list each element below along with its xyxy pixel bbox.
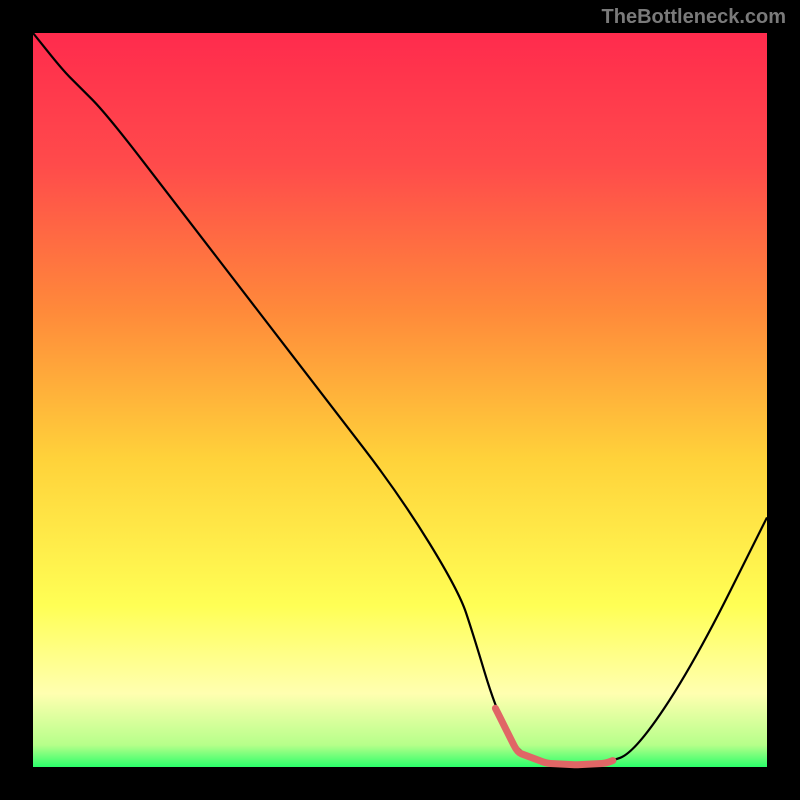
bottleneck-chart <box>0 0 800 800</box>
plot-area <box>33 33 767 767</box>
watermark-text: TheBottleneck.com <box>602 6 786 29</box>
chart-container: TheBottleneck.com <box>0 0 800 800</box>
